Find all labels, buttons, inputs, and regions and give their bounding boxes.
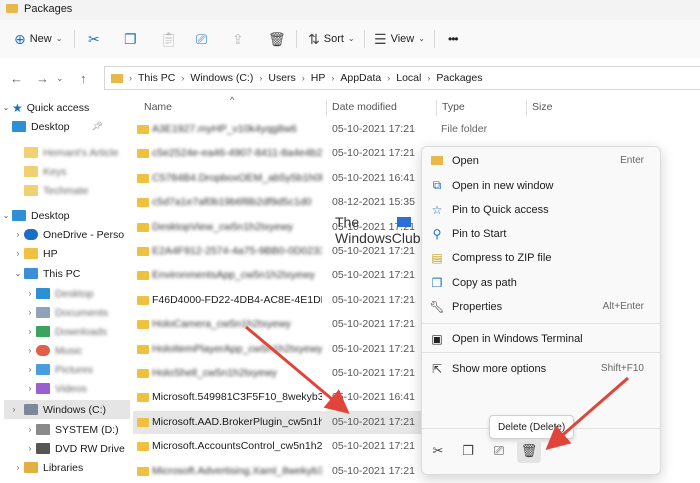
arrow-to-delete [545, 376, 629, 450]
annotation-arrows [245, 325, 629, 450]
arrow-to-folder [245, 325, 350, 414]
